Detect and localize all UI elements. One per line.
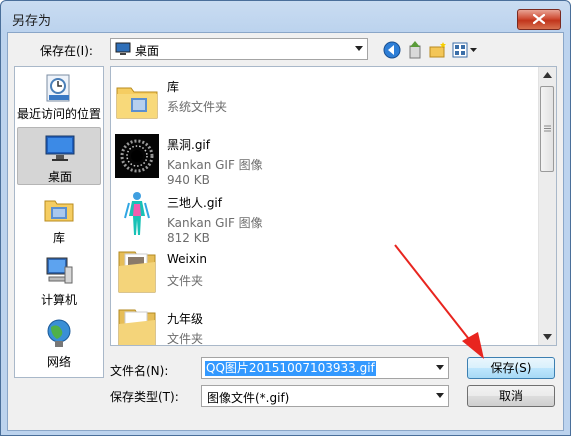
place-recent[interactable]: 最近访问的位置 — [17, 69, 101, 127]
place-label: 网络 — [46, 355, 71, 369]
save-in-label: 保存在(I): — [40, 44, 93, 58]
chevron-down-icon — [436, 393, 444, 398]
list-item[interactable]: 黑洞.gif Kankan GIF 图像 940 KB — [111, 128, 539, 188]
computer-icon — [46, 257, 73, 284]
title-bar: 另存为 — [1, 1, 570, 33]
place-label: 库 — [52, 231, 65, 245]
file-type: 系统文件夹 — [167, 100, 228, 114]
library-icon — [44, 200, 74, 222]
place-library[interactable]: 库 — [17, 189, 101, 247]
scrollbar-thumb[interactable] — [540, 86, 554, 172]
place-label: 计算机 — [40, 293, 77, 307]
place-label: 最近访问的位置 — [17, 107, 102, 121]
scroll-up-icon[interactable] — [543, 72, 552, 78]
human-figure-thumbnail — [115, 190, 159, 238]
recent-places-icon — [46, 74, 70, 102]
desktop-icon — [45, 135, 75, 161]
file-name: Weixin — [167, 252, 207, 266]
cancel-button[interactable]: 取消 — [467, 385, 555, 407]
file-type: Kankan GIF 图像 — [167, 158, 263, 172]
desktop-small-icon — [115, 42, 131, 55]
library-folder-icon — [116, 87, 158, 119]
vertical-scrollbar[interactable] — [538, 67, 556, 345]
filetype-label: 保存类型(T): — [110, 390, 179, 404]
scroll-down-icon[interactable] — [543, 334, 552, 340]
file-name: 三地人.gif — [167, 196, 222, 210]
place-computer[interactable]: 计算机 — [17, 251, 101, 309]
dialog-title: 另存为 — [12, 14, 52, 29]
filename-label: 文件名(N): — [110, 364, 169, 378]
file-type: 文件夹 — [167, 332, 204, 346]
place-label: 桌面 — [47, 170, 72, 184]
red-arrow-annotation — [394, 244, 484, 359]
close-button[interactable] — [517, 9, 561, 30]
save-in-combo[interactable]: 桌面 — [110, 38, 368, 60]
filename-input[interactable]: QQ图片20151007103933.gif — [205, 361, 376, 376]
file-name: 库 — [167, 80, 180, 94]
view-menu-icon[interactable] — [451, 40, 479, 60]
chevron-down-icon[interactable] — [436, 365, 444, 370]
up-folder-icon[interactable] — [405, 40, 425, 60]
file-type: Kankan GIF 图像 — [167, 216, 263, 230]
folder-icon — [118, 309, 156, 345]
network-icon — [47, 319, 71, 347]
place-network[interactable]: 网络 — [17, 313, 101, 371]
file-size: 940 KB — [167, 173, 210, 187]
filetype-select[interactable]: 图像文件(*.gif) — [201, 385, 449, 407]
place-desktop[interactable]: 桌面 — [17, 127, 101, 185]
chevron-down-icon — [355, 46, 363, 51]
filetype-value: 图像文件(*.gif) — [207, 391, 290, 405]
file-name: 黑洞.gif — [167, 138, 210, 152]
file-type: 文件夹 — [167, 274, 204, 288]
black-hole-thumbnail — [115, 134, 159, 178]
file-size: 812 KB — [167, 231, 210, 245]
save-in-value: 桌面 — [135, 44, 160, 58]
list-item[interactable]: 库 系统文件夹 — [111, 70, 539, 130]
file-name: 九年级 — [167, 312, 204, 326]
places-bar: 最近访问的位置 桌面 库 计算机 网络 — [14, 66, 104, 378]
back-icon[interactable] — [382, 40, 402, 60]
folder-icon — [118, 251, 156, 293]
new-folder-icon[interactable] — [428, 40, 448, 60]
close-icon — [533, 14, 545, 24]
